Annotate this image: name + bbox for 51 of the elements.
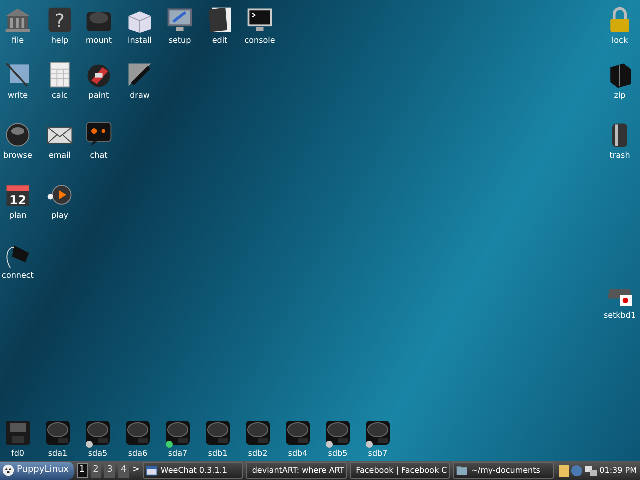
icon-label[interactable]: lock xyxy=(612,36,628,46)
icon-label[interactable]: sda1 xyxy=(48,449,68,459)
icon-label[interactable]: console xyxy=(244,36,276,46)
task-button[interactable]: WeeChat 0.3.1.1 xyxy=(142,462,244,479)
icon-label[interactable]: sdb5 xyxy=(328,449,348,459)
task-button[interactable]: Facebook | Facebook C xyxy=(350,462,450,479)
hard-drive-icon[interactable] xyxy=(165,420,191,446)
icon-label[interactable]: email xyxy=(48,151,72,161)
icon-label[interactable]: sda7 xyxy=(168,449,188,459)
workspace-button[interactable]: 2 xyxy=(90,463,102,478)
icon-label[interactable]: write xyxy=(8,91,28,101)
icon-label[interactable]: plan xyxy=(9,211,27,221)
start-button[interactable]: PuppyLinux xyxy=(0,462,74,480)
clock[interactable]: 01:39 PM xyxy=(600,464,637,476)
workspace-button[interactable]: 3 xyxy=(104,463,116,478)
icon-label[interactable]: edit xyxy=(212,36,228,46)
icon-label[interactable]: help xyxy=(51,36,69,46)
icon-label[interactable]: install xyxy=(128,36,152,46)
pager-arrow[interactable]: > xyxy=(132,464,140,478)
icon-label[interactable]: connect xyxy=(2,271,34,281)
icon-label[interactable]: trash xyxy=(610,151,630,161)
task-button[interactable]: ~/my-documents xyxy=(453,462,554,479)
dog-icon xyxy=(2,464,15,477)
icon-label[interactable]: sdb1 xyxy=(208,449,228,459)
icon-label[interactable]: sda6 xyxy=(128,449,148,459)
icon-label[interactable]: sda5 xyxy=(88,449,108,459)
icon-label[interactable]: zip xyxy=(614,91,626,101)
icon-label[interactable]: sdb4 xyxy=(288,449,308,459)
icon-label[interactable]: calc xyxy=(52,91,68,101)
icon-label[interactable]: browse xyxy=(4,151,32,161)
folder-icon xyxy=(456,464,468,476)
icon-label[interactable]: draw xyxy=(130,91,150,101)
computers-icon[interactable] xyxy=(584,464,597,476)
icon-label[interactable]: fd0 xyxy=(12,449,24,459)
workspace-button[interactable]: 4 xyxy=(118,463,130,478)
note-icon[interactable] xyxy=(558,464,569,476)
icon-label[interactable]: setup xyxy=(168,36,192,46)
hard-drive-icon[interactable] xyxy=(365,420,391,446)
icon-label[interactable]: paint xyxy=(88,91,110,101)
hard-drive-icon[interactable] xyxy=(85,420,111,446)
icon-label[interactable]: sdb7 xyxy=(368,449,388,459)
icon-label[interactable]: file xyxy=(12,36,24,46)
window-icon xyxy=(146,464,158,476)
workspace-button[interactable]: 1 xyxy=(76,463,88,478)
icon-label[interactable]: play xyxy=(52,211,68,221)
task-button[interactable]: deviantART: where ART xyxy=(246,462,347,479)
icon-label[interactable]: setkbd1 xyxy=(604,311,636,321)
icon-label[interactable]: sdb2 xyxy=(248,449,268,459)
icon-label[interactable]: mount xyxy=(86,36,112,46)
icon-label[interactable]: chat xyxy=(90,151,108,161)
hard-drive-icon[interactable] xyxy=(325,420,351,446)
